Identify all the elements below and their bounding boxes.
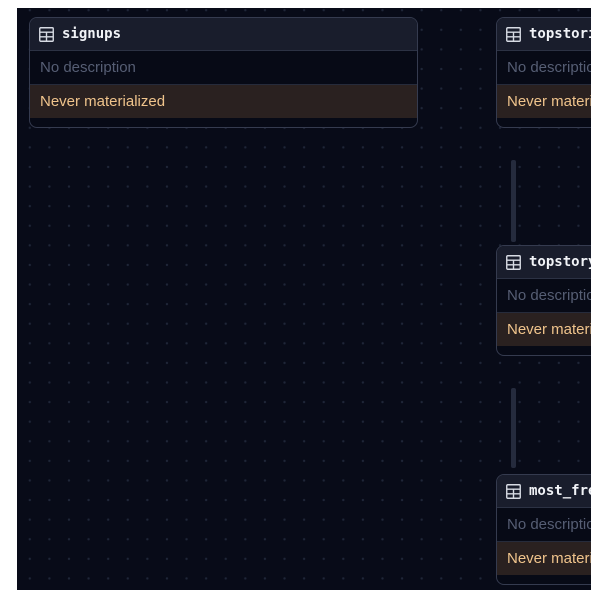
asset-node-header: topstory_ids	[497, 246, 591, 279]
table-icon	[506, 483, 521, 499]
table-icon	[506, 254, 521, 270]
asset-node-title: signups	[62, 26, 122, 42]
table-icon	[506, 26, 521, 42]
edge-topstories-to-topstory-ids	[511, 160, 516, 242]
asset-node-header: signups	[30, 18, 417, 51]
asset-node-description: No description	[30, 51, 417, 85]
asset-node-topstories[interactable]: topstories No description Never material…	[496, 17, 591, 128]
asset-node-signups[interactable]: signups No description Never materialize…	[29, 17, 418, 128]
asset-node-status: Never materialized	[497, 313, 591, 346]
asset-node-description: No description	[497, 508, 591, 542]
asset-node-status: Never materialized	[497, 542, 591, 575]
asset-node-title: topstories	[529, 26, 591, 42]
asset-node-status: Never materialized	[30, 85, 417, 118]
asset-node-title: most_frequent_words	[529, 483, 591, 499]
asset-node-topstory-ids[interactable]: topstory_ids No description Never materi…	[496, 245, 591, 356]
asset-node-description: No description	[497, 279, 591, 313]
asset-node-description: No description	[497, 51, 591, 85]
asset-node-header: most_frequent_words	[497, 475, 591, 508]
asset-node-header: topstories	[497, 18, 591, 51]
table-icon	[39, 26, 54, 42]
asset-node-status: Never materialized	[497, 85, 591, 118]
asset-graph-canvas[interactable]: signups No description Never materialize…	[17, 8, 591, 590]
asset-node-most-frequent-words[interactable]: most_frequent_words No description Never…	[496, 474, 591, 585]
asset-node-title: topstory_ids	[529, 254, 591, 270]
edge-topstory-ids-to-most-frequent-words	[511, 388, 516, 468]
